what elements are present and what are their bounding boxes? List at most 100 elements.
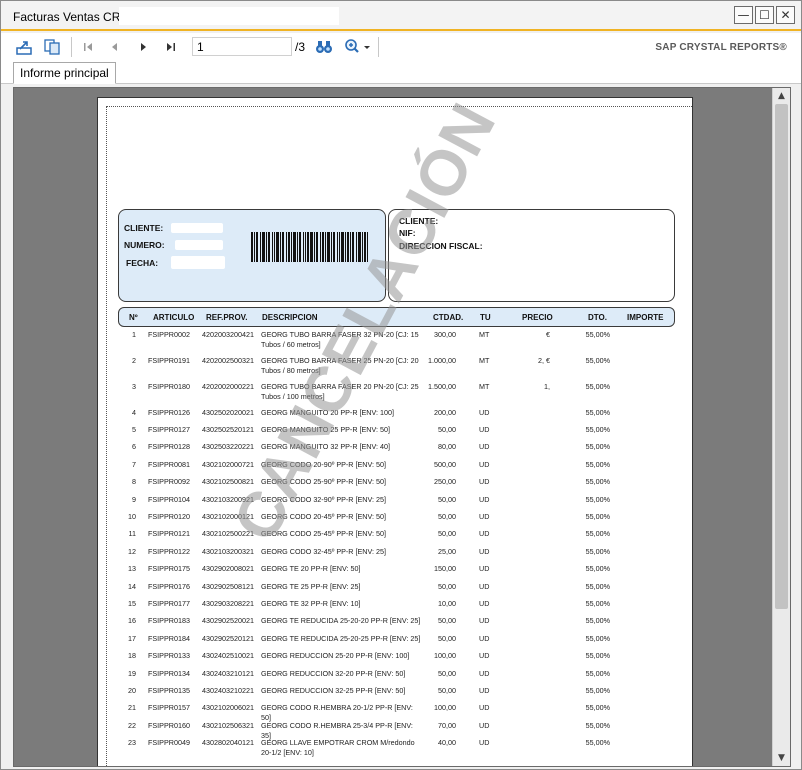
row-tu: UD (479, 547, 490, 556)
row-refprov: 4202002500321 (202, 356, 254, 365)
row-articulo: FSIPPR0183 (148, 616, 190, 625)
col-dto: DTO. (588, 313, 607, 322)
row-descripcion: GEORG CODO 32-45º PP-R [ENV: 25] (261, 547, 386, 556)
row-refprov: 4302103200921 (202, 495, 254, 504)
row-refprov: 4202002000221 (202, 382, 254, 391)
row-articulo: FSIPPR0135 (148, 686, 190, 695)
first-page-icon[interactable] (79, 38, 97, 56)
row-articulo: FSIPPR0157 (148, 703, 190, 712)
window-controls: — ☐ ✕ (734, 6, 795, 24)
row-tu: UD (479, 529, 490, 538)
row-descripcion: GEORG CODO 32-90º PP-R [ENV: 25] (261, 495, 386, 504)
row-ctdad: 150,00 (434, 564, 456, 573)
row-dto: 55,00% (585, 721, 610, 730)
row-refprov: 4302102000121 (202, 512, 254, 521)
zoom-icon[interactable] (343, 38, 371, 56)
scroll-thumb[interactable] (775, 104, 788, 609)
row-ctdad: 200,00 (434, 408, 456, 417)
row-descripcion: GEORG TE REDUCIDA 25-20-20 PP-R [ENV: 25… (261, 616, 421, 625)
tab-informe-principal[interactable]: Informe principal (13, 62, 116, 84)
row-dto: 55,00% (585, 330, 610, 339)
row-number: 6 (132, 442, 136, 451)
previous-page-icon[interactable] (105, 38, 123, 56)
row-number: 4 (132, 408, 136, 417)
row-number: 10 (128, 512, 136, 521)
row-refprov: 4302102500821 (202, 477, 254, 486)
report-viewer: CLIENTE: NUMERO: FECHA: CLIENTE: NIF: DI… (13, 87, 791, 767)
row-refprov: 4302902508121 (202, 582, 254, 591)
binoculars-icon[interactable] (315, 38, 333, 56)
row-articulo: FSIPPR0176 (148, 582, 190, 591)
row-descripcion: GEORG TUBO BARRA FASER 32 PN-20 [CJ: 15 … (261, 330, 419, 349)
row-number: 12 (128, 547, 136, 556)
row-tu: UD (479, 634, 490, 643)
row-dto: 55,00% (585, 382, 610, 391)
row-number: 8 (132, 477, 136, 486)
row-tu: MT (479, 356, 490, 365)
maximize-button[interactable]: ☐ (755, 6, 774, 24)
row-refprov: 4302903208221 (202, 599, 254, 608)
row-descripcion: GEORG TUBO BARRA FASER 25 PN-20 [CJ: 20 … (261, 356, 419, 375)
row-dto: 55,00% (585, 634, 610, 643)
row-ctdad: 25,00 (438, 547, 456, 556)
next-page-icon[interactable] (135, 38, 153, 56)
row-ctdad: 500,00 (434, 460, 456, 469)
row-ctdad: 50,00 (438, 686, 456, 695)
window-title: Facturas Ventas CR (13, 10, 121, 24)
row-refprov: 4302502020021 (202, 408, 254, 417)
row-dto: 55,00% (585, 651, 610, 660)
col-articulo: ARTICULO (153, 313, 195, 322)
row-refprov: 4302502520121 (202, 425, 254, 434)
row-dto: 55,00% (585, 495, 610, 504)
row-refprov: 4302102000721 (202, 460, 254, 469)
row-tu: UD (479, 408, 490, 417)
row-descripcion: GEORG MANGUITO 25 PP-R [ENV: 50] (261, 425, 391, 434)
row-dto: 55,00% (585, 703, 610, 712)
vertical-scrollbar[interactable]: ▲ ▼ (772, 88, 790, 766)
copy-icon[interactable] (43, 38, 61, 56)
close-button[interactable]: ✕ (776, 6, 795, 24)
scroll-down-icon[interactable]: ▼ (773, 750, 790, 766)
row-ctdad: 1.000,00 (428, 356, 456, 365)
row-refprov: 4302902008021 (202, 564, 254, 573)
numero-label: NUMERO: (124, 240, 165, 250)
title-bar: Facturas Ventas CR — ☐ ✕ (1, 1, 801, 31)
row-precio: 2, € (538, 356, 550, 365)
row-number: 9 (132, 495, 136, 504)
row-descripcion: GEORG TE 25 PP-R [ENV: 25] (261, 582, 361, 591)
row-descripcion: GEORG REDUCCION 32-25 PP-R [ENV: 50] (261, 686, 406, 695)
page-number-input[interactable] (192, 37, 292, 56)
row-descripcion: GEORG TE 20 PP-R [ENV: 50] (261, 564, 361, 573)
export-icon[interactable] (15, 38, 33, 56)
row-dto: 55,00% (585, 738, 610, 747)
redacted-value (175, 240, 223, 250)
brand-logo: SAP CRYSTAL REPORTS® (655, 42, 787, 53)
row-refprov: 4302503220221 (202, 442, 254, 451)
redacted-value (171, 256, 225, 269)
row-refprov: 4302902520121 (202, 634, 254, 643)
row-number: 15 (128, 599, 136, 608)
row-tu: UD (479, 703, 490, 712)
col-tu: TU (480, 313, 491, 322)
row-ctdad: 100,00 (434, 703, 456, 712)
col-descripcion: DESCRIPCION (262, 313, 318, 322)
row-articulo: FSIPPR0081 (148, 460, 190, 469)
minimize-button[interactable]: — (734, 6, 753, 24)
row-refprov: 4202003200421 (202, 330, 254, 339)
scroll-up-icon[interactable]: ▲ (773, 88, 790, 104)
row-descripcion: GEORG LLAVE EMPOTRAR CROM M/redondo 20-1… (261, 738, 415, 757)
row-number: 17 (128, 634, 136, 643)
row-articulo: FSIPPR0133 (148, 651, 190, 660)
row-ctdad: 10,00 (438, 599, 456, 608)
last-page-icon[interactable] (162, 38, 180, 56)
row-refprov: 4302403210121 (202, 669, 254, 678)
row-dto: 55,00% (585, 460, 610, 469)
row-tu: UD (479, 686, 490, 695)
row-tu: UD (479, 582, 490, 591)
row-dto: 55,00% (585, 529, 610, 538)
row-descripcion: GEORG REDUCCION 32-20 PP-R [ENV: 50] (261, 669, 406, 678)
page-margin-guide (106, 106, 692, 766)
toolbar-separator (378, 37, 379, 57)
page-total: /3 (295, 40, 306, 54)
row-tu: UD (479, 442, 490, 451)
